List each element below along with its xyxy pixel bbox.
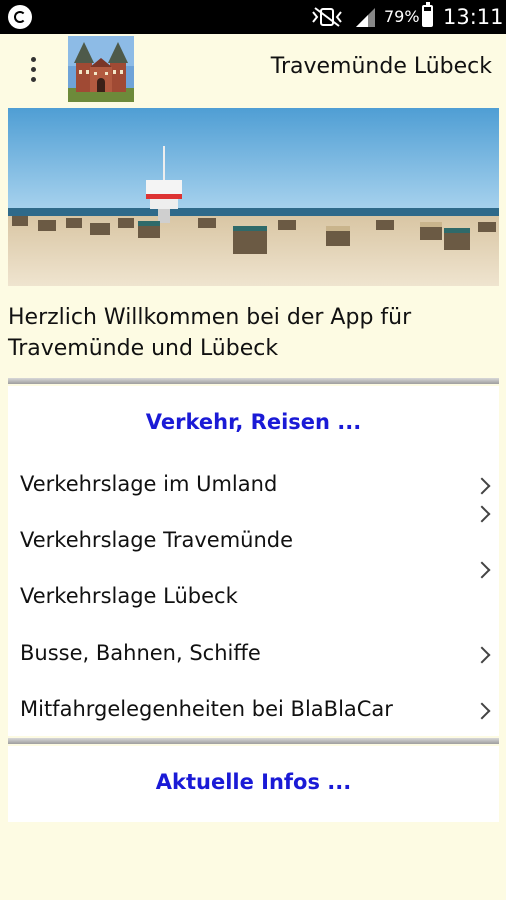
- list-item-verkehrslage-travemuende[interactable]: Verkehrslage Travemünde: [20, 528, 293, 552]
- section-card-news: Aktuelle Infos ...: [8, 746, 499, 822]
- status-bar: 79% 13:11: [0, 0, 506, 34]
- chevron-right-icon: [473, 646, 491, 664]
- signal-icon: [356, 8, 375, 27]
- section-divider: [8, 378, 499, 384]
- welcome-text: Herzlich Willkommen bei der App für Trav…: [8, 305, 412, 361]
- section-title-news[interactable]: Aktuelle Infos ...: [8, 770, 499, 794]
- chevron-right-icon: [473, 702, 491, 720]
- list-item-verkehrslage-umland[interactable]: Verkehrslage im Umland: [20, 472, 277, 496]
- list-item-mitfahrgelegenheiten[interactable]: Mitfahrgelegenheiten bei BlaBlaCar: [20, 697, 393, 721]
- battery-percentage: 79%: [384, 7, 420, 26]
- more-vert-icon[interactable]: [20, 53, 48, 87]
- chevron-right-icon: [473, 477, 491, 495]
- list-item-verkehrslage-luebeck[interactable]: Verkehrslage Lübeck: [20, 584, 238, 608]
- battery-icon: [422, 2, 433, 27]
- beach-hero-image: [8, 108, 499, 286]
- sync-icon: [8, 5, 32, 29]
- app-bar: Travemünde Lübeck: [0, 34, 506, 104]
- list-item-busse-bahnen-schiffe[interactable]: Busse, Bahnen, Schiffe: [20, 641, 261, 665]
- holstentor-logo: [68, 36, 134, 102]
- section-divider: [8, 738, 499, 744]
- chevron-right-icon: [473, 561, 491, 579]
- section-title-traffic[interactable]: Verkehr, Reisen ...: [8, 410, 499, 434]
- clock: 13:11: [443, 5, 504, 29]
- vibrate-mute-icon: [312, 7, 342, 27]
- section-card-traffic: Verkehr, Reisen ... Verkehrslage im Umla…: [8, 386, 499, 736]
- chevron-right-icon: [473, 505, 491, 523]
- app-title: Travemünde Lübeck: [270, 54, 492, 79]
